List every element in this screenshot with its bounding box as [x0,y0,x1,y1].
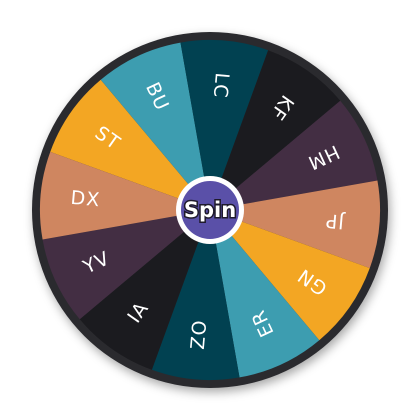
wheel-canvas: STBU LCKFHMJPGNERZOIAYVDX Spin [32,32,388,388]
wheel-segment-label-zo: ZO [187,319,212,351]
spin-button[interactable]: Spin [176,176,244,244]
wheel-segment-label-lc: LC [209,72,233,100]
wheel-segment-label-jp: JP [324,209,346,233]
wheel-segment-label-dx: DX [70,187,101,212]
spin-wheel-app: ST BU LC KF HM JP GN ER ZO IA YV DX Spin [0,0,420,420]
spin-button-label: Spin [184,198,236,222]
